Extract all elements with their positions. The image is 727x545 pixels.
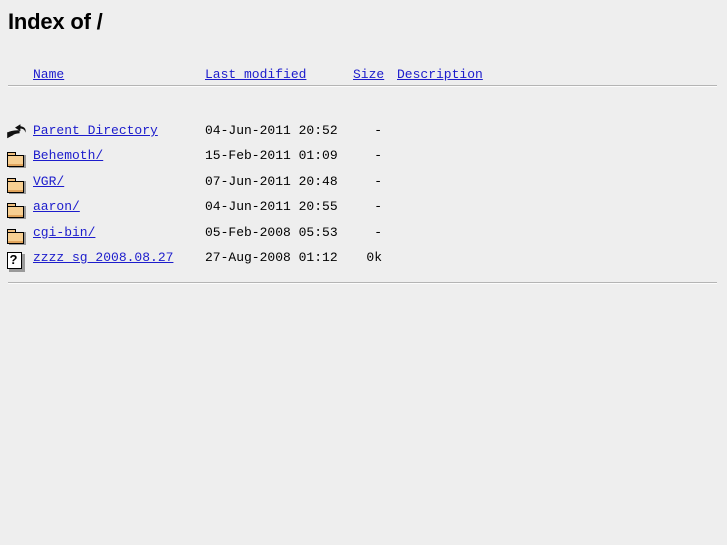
table-row: VGR/ 07-Jun-2011 20:48 - — [0, 175, 727, 200]
sort-by-size-link[interactable]: Size — [353, 68, 384, 81]
entry-size: - — [374, 123, 382, 138]
table-row: cgi-bin/ 05-Feb-2008 05:53 - — [0, 226, 727, 251]
folder-icon — [6, 175, 28, 197]
entry-link[interactable]: Parent Directory — [33, 124, 158, 137]
back-icon — [6, 124, 28, 146]
entry-size: - — [374, 199, 382, 214]
entry-last-modified: 04-Jun-2011 20:55 — [205, 199, 338, 214]
folder-icon — [6, 200, 28, 222]
entry-link[interactable]: VGR/ — [33, 175, 64, 188]
unknown-file-icon: ? — [6, 251, 28, 273]
entry-size: - — [374, 225, 382, 240]
entry-last-modified: 04-Jun-2011 20:52 — [205, 123, 338, 138]
entry-link[interactable]: cgi-bin/ — [33, 226, 95, 239]
entry-link[interactable]: aaron/ — [33, 200, 80, 213]
table-row: Behemoth/ 15-Feb-2011 01:09 - — [0, 149, 727, 174]
entry-last-modified: 07-Jun-2011 20:48 — [205, 174, 338, 189]
entry-last-modified: 05-Feb-2008 05:53 — [205, 225, 338, 240]
folder-icon — [6, 149, 28, 171]
entry-last-modified: 15-Feb-2011 01:09 — [205, 148, 338, 163]
sort-by-name-link[interactable]: Name — [33, 68, 64, 81]
folder-icon — [6, 226, 28, 248]
entry-size: - — [374, 174, 382, 189]
table-row: Parent Directory 04-Jun-2011 20:52 - — [0, 124, 727, 149]
entry-size: 0k — [366, 250, 382, 265]
sort-by-date-link[interactable]: Last modified — [205, 68, 306, 81]
footer-divider — [8, 282, 717, 284]
entry-size: - — [374, 148, 382, 163]
question-mark-glyph: ? — [9, 252, 18, 267]
directory-index-page: Index of / Name Last modified Size Descr… — [0, 0, 727, 545]
entry-link[interactable]: Behemoth/ — [33, 149, 103, 162]
entry-link[interactable]: zzzz_sg_2008.08.27 — [33, 251, 173, 264]
entry-last-modified: 27-Aug-2008 01:12 — [205, 250, 338, 265]
table-row: aaron/ 04-Jun-2011 20:55 - — [0, 200, 727, 225]
listing-header-row: Name Last modified Size Description — [0, 68, 727, 93]
sort-by-description-link[interactable]: Description — [397, 68, 483, 81]
table-row: ? zzzz_sg_2008.08.27 27-Aug-2008 01:12 0… — [0, 251, 727, 276]
page-title: Index of / — [8, 9, 103, 34]
